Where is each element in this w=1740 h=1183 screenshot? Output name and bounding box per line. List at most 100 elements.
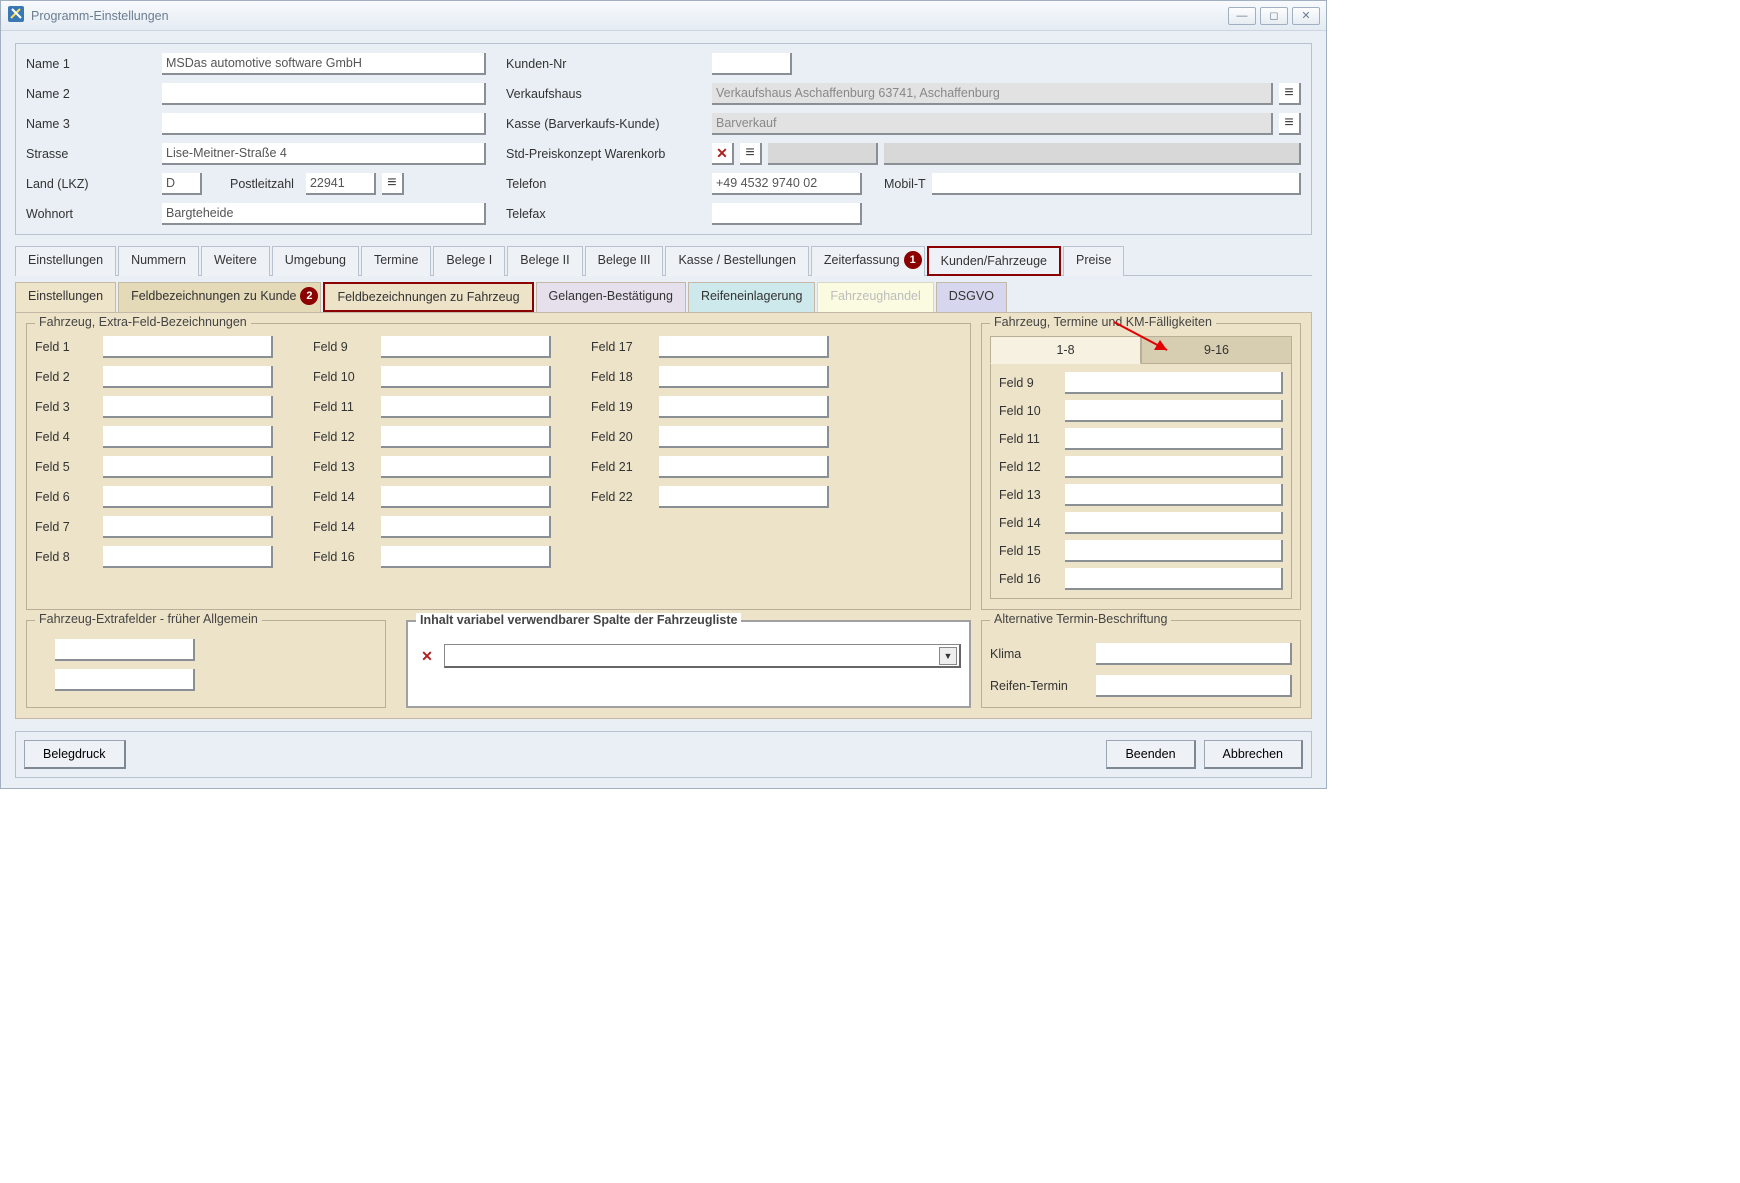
extra-col1-input-7[interactable] (103, 516, 273, 538)
input-preiskonzept1[interactable] (768, 143, 878, 165)
extra-row: Feld 14 (313, 486, 551, 508)
termine-input-14[interactable] (1065, 512, 1283, 534)
input-reifentermin[interactable] (1096, 675, 1292, 697)
termine-tab-1-8[interactable]: 1-8 (990, 336, 1141, 364)
extra-col1-input-5[interactable] (103, 456, 273, 478)
tab-kunden-fahrzeuge[interactable]: Kunden/Fahrzeuge (927, 246, 1061, 276)
input-kasse[interactable] (712, 113, 1273, 135)
input-strasse[interactable] (162, 143, 486, 165)
tab-einstellungen[interactable]: Einstellungen (15, 246, 116, 276)
extra-col1-input-4[interactable] (103, 426, 273, 448)
annotation-marker-2: 2 (300, 287, 318, 305)
chevron-down-icon[interactable]: ▼ (939, 647, 957, 665)
subtab-feldbez-kunde[interactable]: Feldbezeichnungen zu Kunde2 (118, 282, 321, 312)
abbrechen-button[interactable]: Abbrechen (1204, 740, 1303, 769)
tab-belege1[interactable]: Belege I (433, 246, 505, 276)
extra-col2-input-2[interactable] (381, 366, 551, 388)
extra-col3-input-6[interactable] (659, 486, 829, 508)
extra-col1-input-1[interactable] (103, 336, 273, 358)
subtab-dsgvo[interactable]: DSGVO (936, 282, 1007, 312)
clear-preiskonzept-icon[interactable]: ✕ (712, 143, 734, 165)
termine-input-15[interactable] (1065, 540, 1283, 562)
app-window: Programm-Einstellungen — ◻ ✕ Name 1 Name… (0, 0, 1327, 789)
extra-col3-input-2[interactable] (659, 366, 829, 388)
termine-input-13[interactable] (1065, 484, 1283, 506)
extra-label: Feld 4 (35, 430, 95, 444)
tab-termine[interactable]: Termine (361, 246, 431, 276)
combo-varspalte[interactable]: ▼ (444, 644, 961, 668)
input-telefax[interactable] (712, 203, 862, 225)
extra-row: Feld 9 (313, 336, 551, 358)
label-name1: Name 1 (26, 57, 156, 71)
subtab-feldbez-fahrzeug[interactable]: Feldbezeichnungen zu Fahrzeug (323, 282, 533, 312)
extra-col2-input-6[interactable] (381, 486, 551, 508)
sub-tabs: Einstellungen Feldbezeichnungen zu Kunde… (15, 282, 1312, 312)
lookup-plz-icon[interactable] (382, 173, 404, 195)
beenden-button[interactable]: Beenden (1106, 740, 1195, 769)
label-klima: Klima (990, 647, 1090, 661)
extra-col1-input-8[interactable] (103, 546, 273, 568)
termine-input-12[interactable] (1065, 456, 1283, 478)
label-land: Land (LKZ) (26, 177, 156, 191)
tab-preise[interactable]: Preise (1063, 246, 1124, 276)
termine-input-11[interactable] (1065, 428, 1283, 450)
input-extrafeld-alt-2[interactable] (55, 669, 195, 691)
extra-col1-input-6[interactable] (103, 486, 273, 508)
input-wohnort[interactable] (162, 203, 486, 225)
extra-col2-input-4[interactable] (381, 426, 551, 448)
input-mobil[interactable] (932, 173, 1301, 195)
clear-varspalte-icon[interactable]: ✕ (416, 645, 438, 667)
input-telefon[interactable] (712, 173, 862, 195)
minimize-button[interactable]: — (1228, 7, 1256, 25)
termine-input-9[interactable] (1065, 372, 1283, 394)
termine-input-16[interactable] (1065, 568, 1283, 590)
tab-kasse[interactable]: Kasse / Bestellungen (665, 246, 808, 276)
input-verkaufshaus[interactable] (712, 83, 1273, 105)
termine-input-10[interactable] (1065, 400, 1283, 422)
belegdruck-button[interactable]: Belegdruck (24, 740, 126, 769)
extra-col2-input-1[interactable] (381, 336, 551, 358)
input-name3[interactable] (162, 113, 486, 135)
tab-belege3[interactable]: Belege III (585, 246, 664, 276)
extra-col3-input-5[interactable] (659, 456, 829, 478)
extra-col2-input-8[interactable] (381, 546, 551, 568)
subtab-einstellungen[interactable]: Einstellungen (15, 282, 116, 312)
termine-label: Feld 16 (999, 572, 1059, 586)
extra-col1-input-2[interactable] (103, 366, 273, 388)
extra-col2-input-5[interactable] (381, 456, 551, 478)
input-klima[interactable] (1096, 643, 1292, 665)
maximize-button[interactable]: ◻ (1260, 7, 1288, 25)
extra-label: Feld 3 (35, 400, 95, 414)
extra-row: Feld 22 (591, 486, 829, 508)
termine-tab-9-16[interactable]: 9-16 (1141, 336, 1292, 364)
extra-col3-input-3[interactable] (659, 396, 829, 418)
input-extrafeld-alt-1[interactable] (55, 639, 195, 661)
input-land[interactable] (162, 173, 202, 195)
input-preiskonzept2[interactable] (884, 143, 1301, 165)
tab-belege2[interactable]: Belege II (507, 246, 582, 276)
tab-weitere[interactable]: Weitere (201, 246, 270, 276)
tab-nummern[interactable]: Nummern (118, 246, 199, 276)
extra-col3-input-1[interactable] (659, 336, 829, 358)
extra-label: Feld 12 (313, 430, 373, 444)
lookup-kasse-icon[interactable] (1279, 113, 1301, 135)
extra-col3-input-4[interactable] (659, 426, 829, 448)
label-preiskonzept: Std-Preiskonzept Warenkorb (506, 147, 706, 161)
tab-umgebung[interactable]: Umgebung (272, 246, 359, 276)
input-kundennr[interactable] (712, 53, 792, 75)
extra-col2-input-7[interactable] (381, 516, 551, 538)
close-button[interactable]: ✕ (1292, 7, 1320, 25)
input-name2[interactable] (162, 83, 486, 105)
lookup-verkaufshaus-icon[interactable] (1279, 83, 1301, 105)
lookup-preiskonzept-icon[interactable] (740, 143, 762, 165)
subtab-fahrzeughandel[interactable]: Fahrzeughandel (817, 282, 933, 312)
tab-zeiterfassung[interactable]: Zeiterfassung1 (811, 246, 925, 276)
fieldset-extra: Fahrzeug, Extra-Feld-Bezeichnungen Feld … (26, 323, 971, 610)
subtab-reifen[interactable]: Reifeneinlagerung (688, 282, 815, 312)
extra-col2-input-3[interactable] (381, 396, 551, 418)
fieldset-varspalte: Inhalt variabel verwendbarer Spalte der … (406, 620, 971, 708)
subtab-gelangen[interactable]: Gelangen-Bestätigung (536, 282, 686, 312)
extra-col1-input-3[interactable] (103, 396, 273, 418)
input-plz[interactable] (306, 173, 376, 195)
input-name1[interactable] (162, 53, 486, 75)
